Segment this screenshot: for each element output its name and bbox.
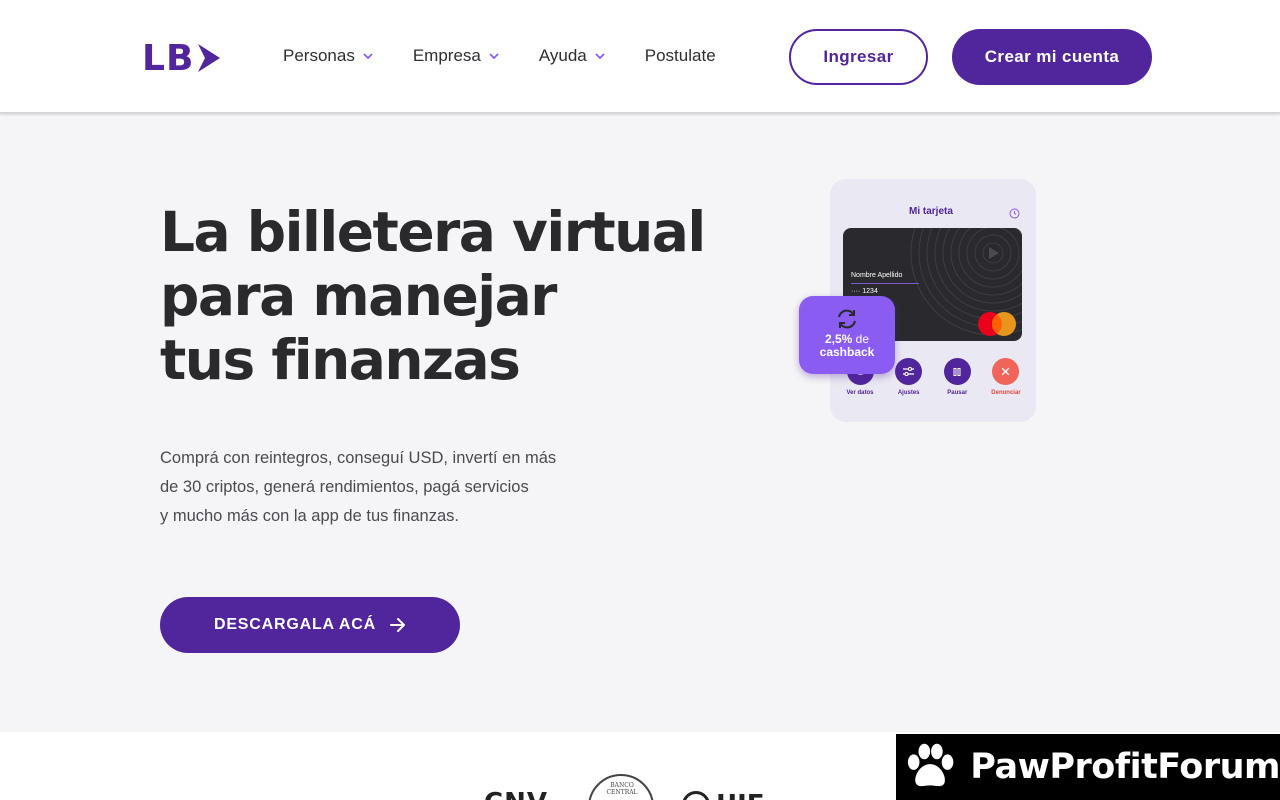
- nav-item-label: Ayuda: [538, 46, 587, 65]
- divider: [851, 283, 919, 284]
- close-icon: [992, 358, 1020, 385]
- logo-arrow-icon: [198, 44, 221, 72]
- uif-text: UIF: [716, 790, 765, 800]
- download-button[interactable]: DESCARGALA ACÁ: [160, 597, 460, 653]
- hero-section: La billetera virtual para manejar tus fi…: [0, 116, 1280, 732]
- history-icon: [1009, 206, 1020, 224]
- bcra-seal: BANCO CENTRAL: [588, 774, 654, 800]
- cashback-word: de: [855, 332, 870, 346]
- site-header: LB Personas Empresa Ayuda Postulate Ingr…: [0, 0, 1280, 114]
- hero-description-line: de 30 criptos, generá rendimientos, pagá…: [160, 478, 529, 496]
- nav-item-label: Personas: [283, 46, 355, 65]
- action-label: Denunciar: [991, 390, 1021, 396]
- cashback-percent: 2,5%: [824, 332, 853, 346]
- logo-text: LB: [142, 37, 195, 79]
- signup-button[interactable]: Crear mi cuenta: [952, 29, 1152, 85]
- chevron-down-icon: [363, 53, 373, 59]
- hero-title-line: tus finanzas: [160, 328, 521, 392]
- hero-title-line: La billetera virtual: [160, 200, 706, 264]
- nav-item-empresa[interactable]: Empresa: [413, 46, 499, 66]
- cashback-badge: 2,5% de cashback: [799, 296, 895, 374]
- nav-item-ayuda[interactable]: Ayuda: [539, 46, 605, 66]
- hero-description-line: y mucho más con la app de tus finanzas.: [160, 507, 459, 525]
- action-label: Ajustes: [897, 390, 920, 396]
- card-number: ···· 1234: [851, 288, 878, 295]
- cnv-logo: CNV: [484, 788, 548, 800]
- uif-emblem-icon: [682, 791, 710, 800]
- login-button[interactable]: Ingresar: [789, 29, 928, 85]
- uif-logo: UIF: [682, 790, 765, 800]
- card-title: Mi tarjeta: [909, 206, 953, 217]
- mastercard-icon: [978, 312, 1016, 336]
- nav-item-postulate[interactable]: Postulate: [645, 46, 716, 66]
- watermark-text: PawProfitForum: [970, 747, 1280, 787]
- cardholder-name: Nombre Apellido: [851, 272, 903, 279]
- nav-item-personas[interactable]: Personas: [283, 46, 373, 66]
- paw-icon: [907, 743, 954, 787]
- nav-item-label: Postulate: [644, 46, 716, 65]
- brand-logo[interactable]: LB: [142, 37, 242, 79]
- bcra-seal-text: BANCO CENTRAL: [606, 782, 638, 796]
- main-nav: Personas Empresa Ayuda Postulate: [283, 46, 756, 66]
- watermark-banner: PawProfitForum: [896, 734, 1280, 800]
- chevron-down-icon: [595, 53, 605, 59]
- pause-icon: [943, 358, 971, 385]
- refresh-icon: [835, 308, 859, 335]
- hero-description-line: Comprá con reintegros, conseguí USD, inv…: [160, 449, 557, 467]
- nav-item-label: Empresa: [412, 46, 481, 65]
- hero-title-line: para manejar: [160, 264, 557, 328]
- action-label: Ver datos: [846, 390, 874, 396]
- cashback-label: cashback: [819, 345, 875, 359]
- chevron-down-icon: [489, 53, 499, 59]
- hero-title: La billetera virtual para manejar tus fi…: [160, 200, 720, 392]
- action-denunciar[interactable]: Denunciar: [982, 358, 1030, 396]
- action-label: Pausar: [947, 390, 968, 396]
- download-button-label: DESCARGALA ACÁ: [213, 616, 376, 633]
- arrow-right-icon: [390, 618, 406, 632]
- action-pausar[interactable]: Pausar: [933, 358, 981, 396]
- sliders-icon: [895, 358, 923, 385]
- hero-description: Comprá con reintegros, conseguí USD, inv…: [160, 444, 580, 531]
